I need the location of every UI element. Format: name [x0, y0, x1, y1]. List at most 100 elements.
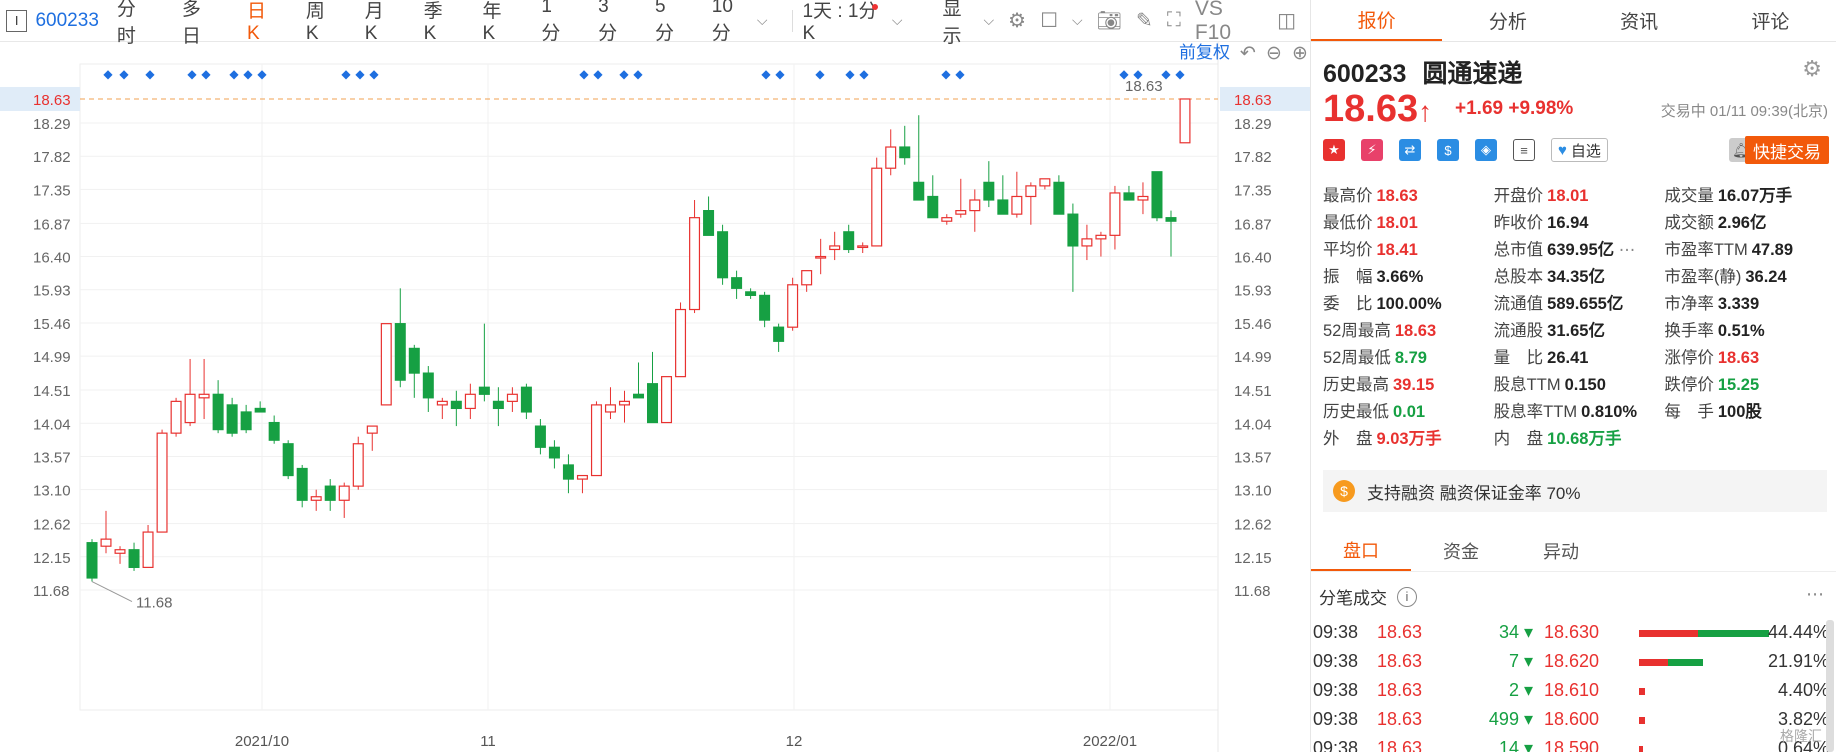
- period-tab[interactable]: 多日: [182, 0, 219, 48]
- candle-body: [1137, 195, 1149, 201]
- tick-price: 18.63: [1377, 680, 1423, 700]
- x-tick-label: 2022/01: [1083, 733, 1137, 750]
- square-icon[interactable]: ☐: [1040, 8, 1058, 33]
- tab-news[interactable]: 资讯: [1574, 0, 1705, 41]
- tick-volume: 34 ▾: [1498, 622, 1533, 642]
- stats-row: 最低价 18.01 昨收价 16.94 成交额 2.96亿: [1323, 207, 1835, 234]
- zoom-in-icon[interactable]: ⊕: [1292, 43, 1308, 64]
- stat-label: 市净率: [1664, 294, 1714, 313]
- stock-code[interactable]: 600233: [35, 10, 98, 32]
- margin-banner[interactable]: $ 支持融资 融资保证金率 70%: [1323, 470, 1827, 512]
- chevron-down-icon[interactable]: ⌵: [984, 12, 995, 29]
- period-tab[interactable]: 5分: [655, 0, 684, 45]
- candle-body: [899, 146, 911, 159]
- stat-cell: 市盈率(静) 36.24: [1664, 263, 1835, 287]
- period-tab[interactable]: 季K: [424, 0, 455, 45]
- zoom-out-icon[interactable]: ⊖: [1266, 43, 1282, 64]
- chevron-down-icon[interactable]: ⌵: [892, 12, 903, 29]
- stat-cell: 总市值 639.95亿 ⋯: [1494, 236, 1665, 260]
- stat-label: 市盈率TTM: [1664, 240, 1748, 259]
- chart-type-icon[interactable]: I: [6, 9, 28, 32]
- document-icon[interactable]: ≡: [1513, 139, 1535, 161]
- show-select[interactable]: 显示: [943, 0, 980, 48]
- candle-body: [1011, 195, 1023, 215]
- dollar-icon: $: [1333, 480, 1355, 502]
- gear-icon[interactable]: ⚙: [1008, 8, 1026, 33]
- event-marker: ◆: [579, 67, 589, 81]
- period-tab[interactable]: 1分: [541, 0, 570, 45]
- candle-body: [478, 386, 490, 395]
- y-tick-label-left: 11.68: [33, 583, 69, 600]
- period-tab-active[interactable]: 日K: [247, 0, 278, 45]
- candle-body: [857, 245, 869, 249]
- period-tab[interactable]: 月K: [365, 0, 396, 45]
- stat-cell: 开盘价 18.01: [1494, 182, 1665, 206]
- period-tab[interactable]: 年K: [482, 0, 513, 45]
- candle-body: [759, 294, 771, 321]
- event-marker: ◆: [229, 67, 239, 81]
- tab-movement[interactable]: 异动: [1511, 530, 1611, 571]
- shuffle-icon[interactable]: ⇄: [1399, 139, 1421, 161]
- tab-analysis[interactable]: 分析: [1442, 0, 1573, 41]
- stat-value: 3.339: [1717, 294, 1760, 313]
- camera-icon[interactable]: 📷︎: [1097, 8, 1122, 33]
- stat-value: 34.35亿: [1547, 267, 1605, 286]
- tab-comments[interactable]: 评论: [1705, 0, 1836, 41]
- x-tick-label: 2021/10: [235, 733, 289, 750]
- event-marker: ◆: [243, 67, 253, 81]
- more-icon[interactable]: ⋯: [1806, 584, 1824, 605]
- tab-funds[interactable]: 资金: [1411, 530, 1511, 571]
- candle-body: [1095, 234, 1107, 240]
- chevron-down-icon[interactable]: ⌵: [1072, 12, 1083, 29]
- tick-time: 09:38: [1313, 680, 1359, 700]
- stat-value: 100.00%: [1376, 294, 1442, 313]
- event-marker: ◆: [369, 67, 379, 81]
- period-tab[interactable]: 10分: [712, 0, 751, 45]
- tab-orderbook[interactable]: 盘口: [1311, 530, 1411, 571]
- china-flag-icon[interactable]: ★: [1323, 139, 1345, 161]
- y-tick-label-right: 15.93: [1234, 283, 1272, 300]
- stat-value: 18.63: [1376, 186, 1418, 205]
- panel-toggle-icon[interactable]: ◫: [1277, 8, 1296, 33]
- stats-row: 外 盘 9.03万手内 盘 10.68万手: [1323, 423, 1835, 450]
- stat-cell: 成交额 2.96亿: [1664, 209, 1835, 233]
- period-tab[interactable]: 分时: [117, 0, 154, 48]
- fullscreen-icon[interactable]: ⛶: [1167, 9, 1181, 32]
- period-tab[interactable]: 3分: [598, 0, 627, 45]
- chevron-down-icon[interactable]: ⌵: [757, 12, 768, 29]
- stat-label: 市盈率(静): [1664, 267, 1742, 286]
- dollar-icon[interactable]: $: [1437, 139, 1459, 161]
- y-tick-label-left: 14.99: [33, 349, 71, 366]
- candle-body: [100, 538, 112, 547]
- indicator-buttons[interactable]: VS F10: [1195, 0, 1263, 45]
- stat-cell: 跌停价 15.25: [1664, 371, 1835, 395]
- period-tab[interactable]: 周K: [306, 0, 337, 45]
- stat-value: 18.41: [1376, 240, 1418, 259]
- tag-icon[interactable]: ◈: [1475, 139, 1497, 161]
- fq-select[interactable]: 前复权: [1179, 43, 1230, 62]
- candle-body: [1053, 181, 1065, 215]
- scrollbar[interactable]: [1826, 620, 1834, 752]
- add-watchlist-button[interactable]: ♥ 自选: [1551, 138, 1608, 162]
- gear-icon[interactable]: ⚙: [1802, 56, 1822, 82]
- tab-quote[interactable]: 报价: [1311, 0, 1443, 41]
- kline-chart[interactable]: 18.29 18.29 17.82 17.82 17.35 17.35 16.87 16.87…: [0, 42, 1310, 752]
- stats-row: 振 幅 3.66% 总股本 34.35亿 市盈率(静) 36.24: [1323, 261, 1835, 288]
- candle-body: [562, 464, 574, 480]
- pencil-icon[interactable]: ✎: [1136, 8, 1153, 33]
- y-tick-label-left: 13.10: [33, 483, 71, 500]
- fast-trade-button[interactable]: 快捷交易: [1745, 136, 1829, 164]
- connect-icon[interactable]: ⚡: [1361, 139, 1383, 161]
- tick-book-price: 18.590: [1544, 738, 1600, 752]
- event-marker: ◆: [815, 67, 825, 81]
- candle-body: [114, 549, 126, 554]
- y-tick-label-right: 14.99: [1234, 349, 1272, 366]
- y-tick-label-right: 12.15: [1234, 550, 1272, 567]
- more-icon[interactable]: ⋯: [1614, 241, 1636, 259]
- tick-volume: 499 ▾: [1488, 709, 1533, 729]
- stats-row: 历史最低 0.01 股息率TTM 0.810% 每 手 100股: [1323, 396, 1835, 423]
- min-price-label: 11.68: [136, 595, 172, 612]
- info-icon[interactable]: i: [1397, 586, 1417, 607]
- undo-icon[interactable]: ↶: [1240, 43, 1256, 64]
- stat-cell: 流通值 589.655亿: [1494, 290, 1665, 314]
